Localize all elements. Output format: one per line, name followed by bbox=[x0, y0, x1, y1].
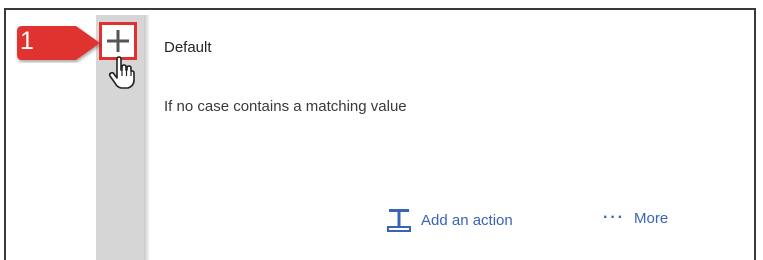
add-action-button[interactable]: Add an action bbox=[386, 207, 513, 233]
hand-pointer-icon bbox=[108, 56, 135, 89]
plus-icon bbox=[107, 30, 129, 52]
add-case-button[interactable] bbox=[99, 22, 137, 60]
callout-number: 1 bbox=[20, 27, 34, 55]
case-description: If no case contains a matching value bbox=[164, 98, 407, 115]
add-action-icon bbox=[386, 207, 412, 233]
more-label: More bbox=[633, 209, 669, 227]
case-title: Default bbox=[164, 39, 212, 56]
more-button[interactable]: ··· More bbox=[603, 209, 668, 227]
default-case-card: Default If no case contains a matching v… bbox=[150, 17, 752, 260]
add-action-label: Add an action bbox=[421, 211, 513, 229]
ellipsis-icon: ··· bbox=[603, 209, 625, 226]
